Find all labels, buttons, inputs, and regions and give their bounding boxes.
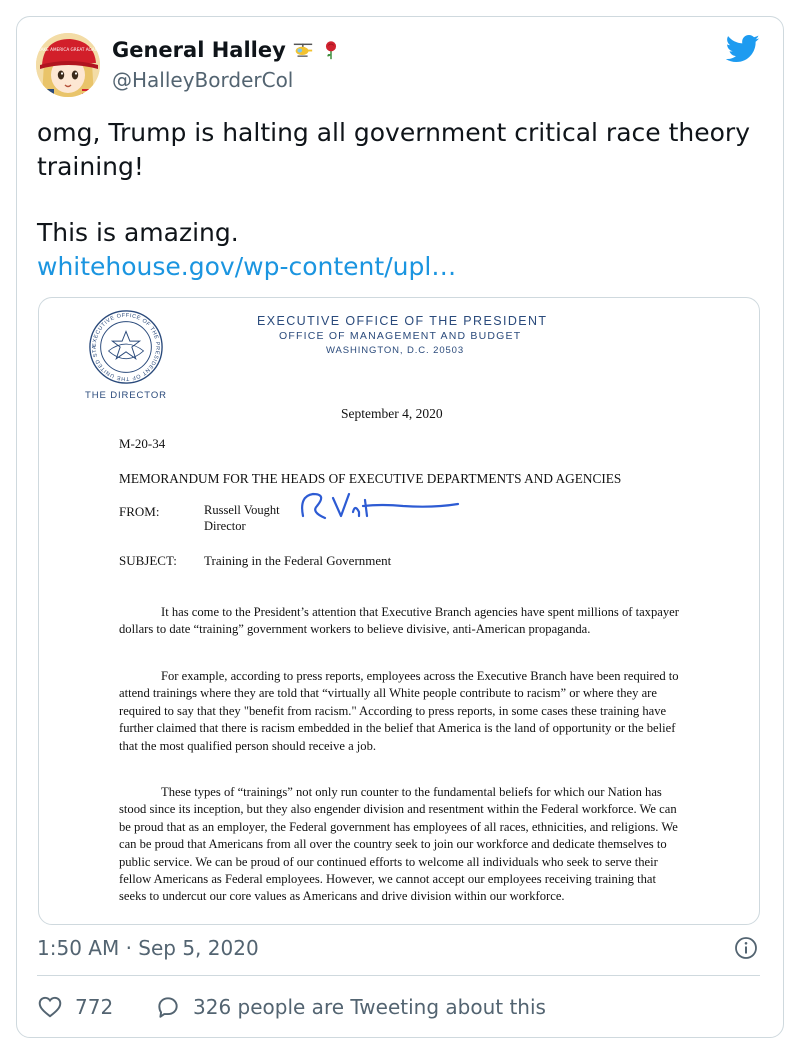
avatar-image: MAKE AMERICA GREAT AGAIN	[36, 33, 100, 97]
memo-title: MEMORANDUM FOR THE HEADS OF EXECUTIVE DE…	[119, 471, 622, 486]
speech-bubble-icon	[158, 997, 178, 1018]
letterhead-director: THE DIRECTOR	[85, 390, 167, 401]
tweet-line-2: This is amazing.	[37, 218, 239, 247]
conversation-text: 326 people are Tweeting about this	[193, 995, 546, 1019]
author-handle[interactable]: @HalleyBorderCol	[112, 68, 293, 92]
avatar-cap-text: MAKE AMERICA GREAT AGAIN	[37, 47, 99, 52]
attached-document-image[interactable]: EXECUTIVE OFFICE OF THE PRESIDENT OF THE…	[38, 297, 760, 925]
letterhead-office: EXECUTIVE OFFICE OF THE PRESIDENT	[257, 314, 548, 328]
memo-paragraph-3: These types of “trainings” not only run …	[119, 785, 678, 904]
like-button[interactable]: 772	[37, 994, 113, 1020]
like-count: 772	[75, 995, 114, 1019]
memo-subject-label: SUBJECT:	[119, 553, 177, 568]
presidential-seal-icon: EXECUTIVE OFFICE OF THE PRESIDENT OF THE…	[87, 308, 163, 384]
memo-from-title: Director	[204, 519, 246, 533]
memo-date: September 4, 2020	[341, 406, 443, 421]
tweet-line-1: omg, Trump is halting all government cri…	[37, 118, 750, 181]
avatar[interactable]: MAKE AMERICA GREAT AGAIN	[36, 33, 100, 97]
author-display-name[interactable]: General Halley	[112, 38, 286, 62]
info-icon[interactable]	[734, 936, 758, 960]
handwritten-signature	[301, 492, 460, 520]
divider	[37, 975, 760, 976]
memo-from-label: FROM:	[119, 504, 160, 519]
twitter-bird-icon[interactable]	[726, 34, 760, 64]
memo-paragraph-1: It has come to the President’s attention…	[119, 605, 679, 637]
letterhead-address: WASHINGTON, D.C. 20503	[326, 345, 465, 356]
memo-subject: Training in the Federal Government	[204, 553, 392, 568]
helicopter-emoji-icon	[293, 43, 312, 57]
memo-paragraph-2: For example, according to press reports,…	[119, 669, 679, 753]
memo-from: Russell Vought Director	[204, 502, 280, 534]
author-name[interactable]: General Halley	[112, 38, 342, 62]
memo-from-name: Russell Vought	[204, 503, 280, 517]
memo-number: M-20-34	[119, 436, 166, 451]
tweet-link[interactable]: whitehouse.gov/wp-content/upl…	[37, 252, 456, 281]
tweet-timestamp[interactable]: 1:50 AM · Sep 5, 2020	[37, 936, 259, 960]
letterhead-agency: OFFICE OF MANAGEMENT AND BUDGET	[279, 330, 522, 342]
tweet-text: omg, Trump is halting all government cri…	[37, 116, 757, 284]
heart-icon	[38, 996, 62, 1018]
conversation-button[interactable]: 326 people are Tweeting about this	[155, 994, 546, 1020]
rose-emoji-icon	[325, 41, 336, 60]
